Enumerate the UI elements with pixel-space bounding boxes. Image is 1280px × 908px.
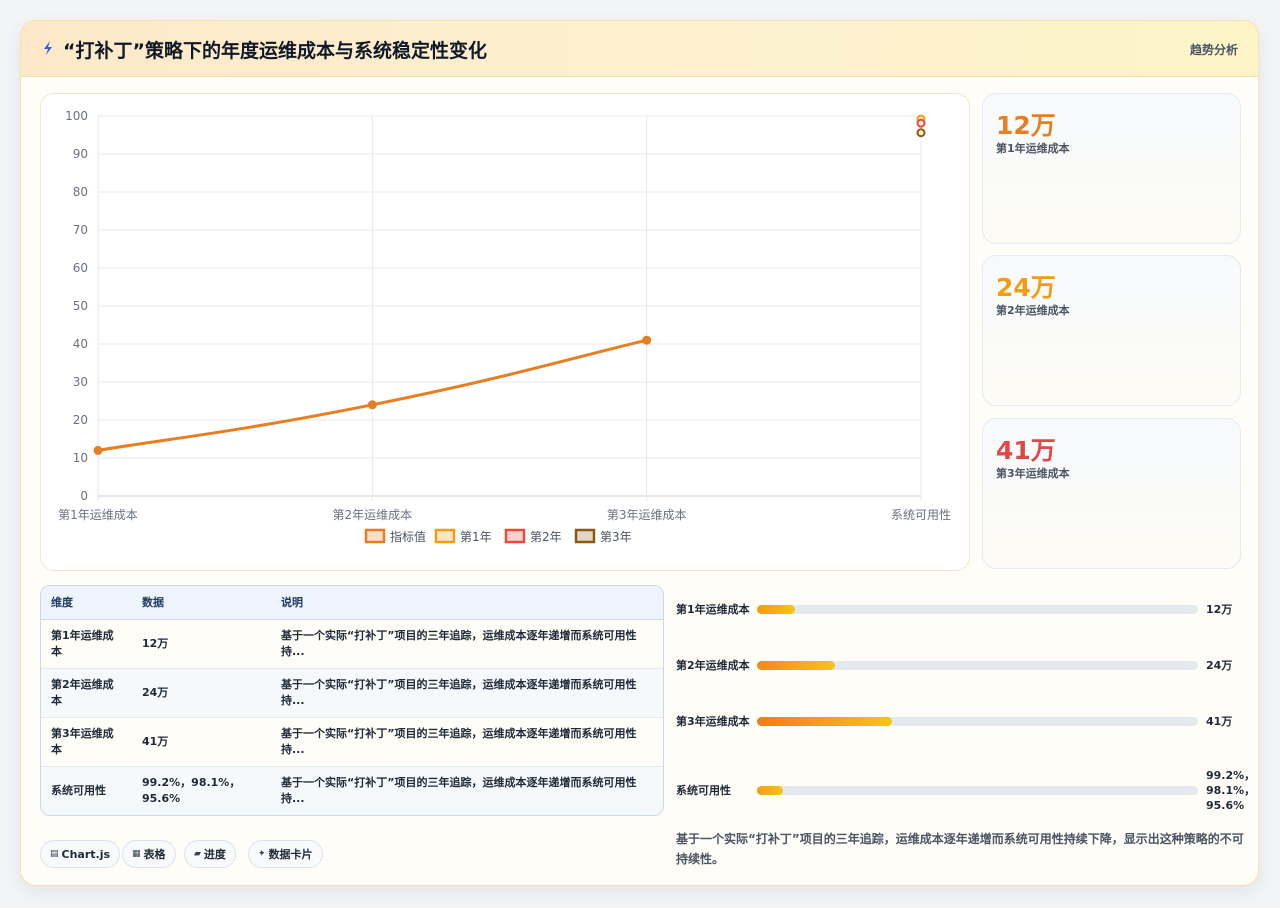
- y-tick-label: 0: [80, 489, 88, 503]
- stat-value: 12万: [996, 111, 1056, 140]
- legend-swatch: [574, 528, 596, 544]
- column-header: 说明: [271, 586, 663, 620]
- legend-label: 第2年: [530, 530, 562, 544]
- legend-label: 指标值: [390, 529, 426, 544]
- progress-row: 系统可用性 99.2%，98.1%，95.6%: [676, 767, 1256, 813]
- data-table: 维度 数据 说明 第1年运维成本 12万 基于一个实际“打补丁”项目的三年追踪，…: [40, 585, 664, 816]
- line-chart: 0 10 20 30 40 50 60 70 80 90 100 第1年运维成本 第2年运维成本 第3年运…: [58, 109, 951, 544]
- header-tag: 趋势分析: [1189, 43, 1238, 57]
- stat-label: 第1年运维成本: [996, 142, 1070, 155]
- y-tick-label: 10: [73, 451, 88, 465]
- progress-row: 第2年运维成本 24万: [676, 647, 1256, 683]
- stat-card-year3: 41万 第3年运维成本: [982, 418, 1241, 569]
- y-tick-label: 100: [65, 109, 88, 123]
- progress-track: [757, 661, 1198, 670]
- data-point: [916, 128, 926, 138]
- table-cell: 99.2%，98.1%，95.6%: [142, 775, 241, 805]
- data-point: [93, 445, 103, 455]
- summary-text: 基于一个实际“打补丁”项目的三年追踪，运维成本逐年递增而系统可用性持续下降，显示…: [676, 832, 1244, 866]
- y-tick-label: 90: [73, 147, 88, 161]
- tech-tag-label: 表格: [143, 848, 166, 861]
- table-cell: 12万: [132, 619, 271, 669]
- data-point: [367, 400, 377, 410]
- stat-value: 24万: [996, 273, 1056, 302]
- legend-swatch: [364, 528, 386, 544]
- tech-tag-progress[interactable]: ▰ 进度: [184, 840, 236, 868]
- tech-tag-label: 进度: [203, 848, 226, 861]
- table-icon: ▦: [132, 849, 141, 859]
- y-tick-label: 20: [73, 413, 88, 427]
- table-row: 系统可用性 99.2%，98.1%，95.6% 基于一个实际“打补丁”项目的三年…: [41, 766, 663, 815]
- y-tick-label: 60: [73, 261, 88, 275]
- progress-value: 99.2%，98.1%，95.6%: [1206, 768, 1256, 812]
- y-tick-label: 70: [73, 223, 88, 237]
- progress-fill: [757, 605, 796, 614]
- table-cell: 41万: [132, 717, 271, 767]
- x-tick-label: 系统可用性: [891, 508, 951, 522]
- table-cell: 第3年运维成本: [41, 717, 132, 767]
- table-cell: 24万: [132, 668, 271, 718]
- table-row: 第3年运维成本 41万 基于一个实际“打补丁”项目的三年追踪，运维成本逐年递增而…: [41, 717, 663, 767]
- x-tick-label: 第1年运维成本: [58, 508, 138, 522]
- stat-card-year1: 12万 第1年运维成本: [982, 93, 1241, 244]
- table-header-row: 维度 数据 说明: [41, 586, 663, 620]
- progress-row: 第1年运维成本 12万: [676, 591, 1256, 627]
- table-cell: 基于一个实际“打补丁”项目的三年追踪，运维成本逐年递增而系统可用性持...: [271, 717, 663, 767]
- progress-value: 12万: [1206, 602, 1233, 616]
- y-tick-label: 40: [73, 337, 88, 351]
- progress-track: [757, 717, 1198, 726]
- tech-tag-label: Chart.js: [61, 847, 111, 861]
- legend-label: 第1年: [460, 530, 492, 544]
- legend-swatch: [434, 528, 456, 544]
- page-title: “打补丁”策略下的年度运维成本与系统稳定性变化: [63, 40, 487, 62]
- stat-label: 第3年运维成本: [996, 467, 1070, 480]
- table-cell: 第1年运维成本: [41, 619, 132, 669]
- table-cell: 基于一个实际“打补丁”项目的三年追踪，运维成本逐年递增而系统可用性持...: [281, 775, 637, 805]
- progress-label: 第3年运维成本: [676, 714, 750, 728]
- progress-row: 第3年运维成本 41万: [676, 703, 1256, 739]
- progress-fill: [757, 786, 784, 795]
- sparkle-icon: ✦: [258, 849, 266, 859]
- table-cell: 基于一个实际“打补丁”项目的三年追踪，运维成本逐年递增而系统可用性持...: [271, 668, 663, 718]
- table-cell: 基于一个实际“打补丁”项目的三年追踪，运维成本逐年递增而系统可用性持...: [271, 619, 663, 669]
- progress-icon: ▰: [194, 849, 201, 859]
- progress-value: 24万: [1206, 658, 1233, 672]
- x-tick-label: 第2年运维成本: [333, 508, 413, 522]
- progress-track: [757, 605, 1198, 614]
- lightning-icon: [44, 41, 52, 55]
- chart-icon: ▤: [50, 849, 59, 859]
- progress-track: [757, 786, 1198, 795]
- data-point: [916, 118, 926, 128]
- chart-panel: 0 10 20 30 40 50 60 70 80 90 100 第1年运维成本 第2年运维成本 第3年运…: [40, 93, 970, 571]
- y-tick-label: 80: [73, 185, 88, 199]
- stat-value: 41万: [996, 436, 1056, 465]
- main-card: “打补丁”策略下的年度运维成本与系统稳定性变化 趋势分析 0 10 20 30 40 50…: [20, 20, 1259, 886]
- tech-tag-datacard[interactable]: ✦ 数据卡片: [248, 840, 323, 868]
- header: “打补丁”策略下的年度运维成本与系统稳定性变化 趋势分析: [21, 21, 1258, 77]
- table-cell: 系统可用性: [51, 783, 106, 797]
- data-point: [642, 335, 652, 345]
- table-row: 第1年运维成本 12万 基于一个实际“打补丁”项目的三年追踪，运维成本逐年递增而…: [41, 619, 663, 669]
- column-header: 数据: [132, 586, 271, 620]
- progress-label: 第1年运维成本: [676, 602, 750, 616]
- progress-label: 系统可用性: [676, 783, 731, 797]
- y-tick-label: 30: [73, 375, 88, 389]
- progress-value: 41万: [1206, 714, 1233, 728]
- legend-label: 第3年: [600, 530, 632, 544]
- progress-label: 第2年运维成本: [676, 658, 750, 672]
- progress-fill: [757, 717, 892, 726]
- y-tick-label: 50: [73, 299, 88, 313]
- x-tick-label: 第3年运维成本: [607, 508, 687, 522]
- progress-fill: [757, 661, 836, 670]
- stat-label: 第2年运维成本: [996, 304, 1070, 317]
- tech-tag-table[interactable]: ▦ 表格: [122, 840, 176, 868]
- table-row: 第2年运维成本 24万 基于一个实际“打补丁”项目的三年追踪，运维成本逐年递增而…: [41, 668, 663, 718]
- stat-card-year2: 24万 第2年运维成本: [982, 255, 1241, 406]
- legend-swatch: [504, 528, 526, 544]
- tech-tag-chartjs[interactable]: ▤ Chart.js: [40, 840, 121, 868]
- tech-tag-label: 数据卡片: [268, 848, 313, 861]
- column-header: 维度: [41, 586, 132, 620]
- table-cell: 第2年运维成本: [41, 668, 132, 718]
